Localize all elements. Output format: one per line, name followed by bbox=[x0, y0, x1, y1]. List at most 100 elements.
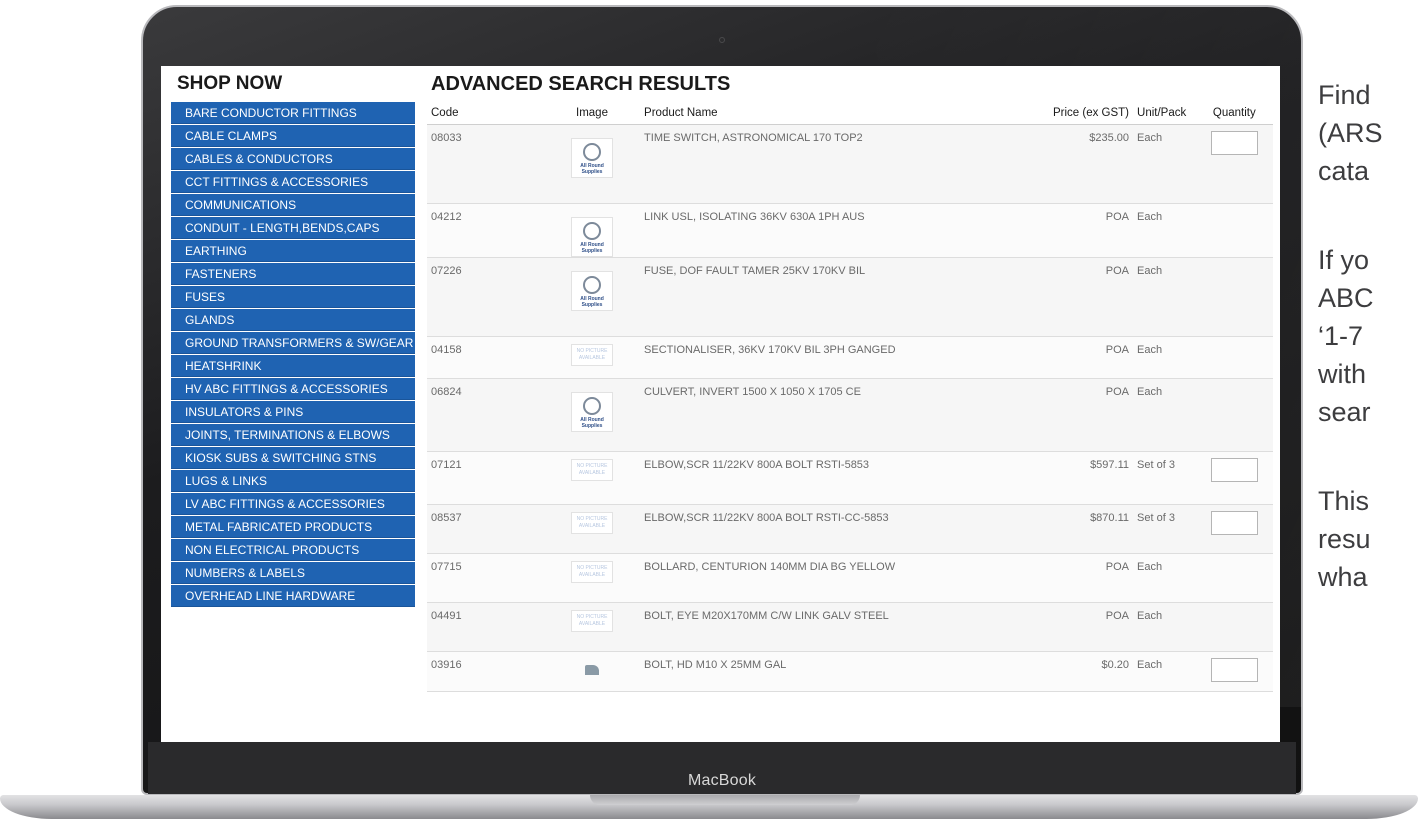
table-row[interactable]: 08537 NO PICTURE AVAILABLE ELBOW,SCR 11/22… bbox=[427, 504, 1273, 554]
product-name-link[interactable]: SECTIONALISER, 36KV 170KV BIL 3PH GANGED bbox=[640, 336, 1027, 379]
logo-text: Supplies bbox=[581, 422, 603, 429]
sidebar-category-item[interactable]: COMMUNICATIONS bbox=[171, 194, 415, 216]
sidebar-category-item[interactable]: FASTENERS bbox=[171, 263, 415, 285]
product-unit-pack: Each bbox=[1133, 602, 1196, 652]
product-code: 08033 bbox=[427, 124, 544, 204]
laptop-screen: SHOP NOW BARE CONDUCTOR FITTINGS CABLE CL… bbox=[161, 66, 1280, 742]
sidebar-category-item[interactable]: NUMBERS & LABELS bbox=[171, 562, 415, 584]
sidebar-category-item[interactable]: FUSES bbox=[171, 286, 415, 308]
no-picture-placeholder[interactable]: NO PICTURE AVAILABLE bbox=[571, 511, 613, 534]
product-name-link[interactable]: TIME SWITCH, ASTRONOMICAL 170 TOP2 bbox=[640, 124, 1027, 204]
sidebar-title: SHOP NOW bbox=[177, 73, 283, 94]
sidebar-category-item[interactable]: CONDUIT - LENGTH,BENDS,CAPS bbox=[171, 217, 415, 239]
side-text-line: cata bbox=[1318, 156, 1370, 186]
table-row[interactable]: 04491 NO PICTURE AVAILABLE BOLT, EYE M20X1… bbox=[427, 602, 1273, 652]
sidebar-category-item[interactable]: BARE CONDUCTOR FITTINGS bbox=[171, 102, 415, 124]
supplier-logo-icon[interactable]: All Round Supplies bbox=[571, 137, 613, 178]
laptop-base-notch bbox=[590, 795, 860, 805]
quantity-cell bbox=[1195, 257, 1273, 337]
quantity-cell bbox=[1195, 378, 1273, 452]
supplier-logo-icon[interactable]: All Round Supplies bbox=[571, 270, 613, 311]
product-code: 07121 bbox=[427, 451, 544, 505]
side-text-line: wha bbox=[1318, 562, 1368, 592]
product-unit-pack: Each bbox=[1133, 651, 1196, 692]
sidebar-category-item[interactable]: KIOSK SUBS & SWITCHING STNS bbox=[171, 447, 415, 469]
supplier-logo-icon[interactable]: All Round Supplies bbox=[571, 216, 613, 257]
quantity-cell bbox=[1195, 451, 1273, 505]
column-header-product-name: Product Name bbox=[640, 102, 1027, 125]
table-row[interactable]: 07226 All Round Supplies FUSE, DOF FAULT TA… bbox=[427, 257, 1273, 337]
side-text-line: resu bbox=[1318, 524, 1371, 554]
sidebar-category-item[interactable]: NON ELECTRICAL PRODUCTS bbox=[171, 539, 415, 561]
quantity-input[interactable] bbox=[1210, 657, 1258, 682]
product-name-link[interactable]: LINK USL, ISOLATING 36KV 630A 1PH AUS bbox=[640, 203, 1027, 258]
side-text-line: ‘1-7 bbox=[1318, 321, 1364, 351]
column-header-quantity: Quantity bbox=[1195, 102, 1273, 125]
column-header-price: Price (ex GST) bbox=[1026, 102, 1134, 125]
sidebar-category-item[interactable]: HV ABC FITTINGS & ACCESSORIES bbox=[171, 378, 415, 400]
quantity-cell bbox=[1195, 651, 1273, 692]
sidebar-category-item[interactable]: INSULATORS & PINS bbox=[171, 401, 415, 423]
no-picture-placeholder[interactable]: NO PICTURE AVAILABLE bbox=[571, 343, 613, 366]
table-row[interactable]: 08033 All Round Supplies TIME SWITCH, ASTRO… bbox=[427, 124, 1273, 204]
product-name-link[interactable]: CULVERT, INVERT 1500 X 1050 X 1705 CE bbox=[640, 378, 1027, 452]
table-row[interactable]: 07121 NO PICTURE AVAILABLE ELBOW,SCR 11/22… bbox=[427, 451, 1273, 505]
sidebar-category-item[interactable]: EARTHING bbox=[171, 240, 415, 262]
product-image-cell: All Round Supplies bbox=[543, 378, 641, 452]
quantity-input[interactable] bbox=[1210, 457, 1258, 482]
product-unit-pack: Set of 3 bbox=[1133, 451, 1196, 505]
sidebar-category-item[interactable]: CCT FITTINGS & ACCESSORIES bbox=[171, 171, 415, 193]
table-row[interactable]: 04158 NO PICTURE AVAILABLE SECTIONALISER, … bbox=[427, 336, 1273, 379]
sidebar-category-item[interactable]: GLANDS bbox=[171, 309, 415, 331]
product-price: $870.11 bbox=[1026, 504, 1134, 554]
product-unit-pack: Each bbox=[1133, 124, 1196, 204]
results-table: Code Image Product Name Price (ex GST) U… bbox=[427, 102, 1273, 692]
product-code: 04158 bbox=[427, 336, 544, 379]
product-price: $235.00 bbox=[1026, 124, 1134, 204]
quantity-input[interactable] bbox=[1210, 130, 1258, 155]
product-name-link[interactable]: BOLT, HD M10 X 25MM GAL bbox=[640, 651, 1027, 692]
product-image-cell: NO PICTURE AVAILABLE bbox=[543, 553, 641, 603]
supplier-logo-icon[interactable]: All Round Supplies bbox=[571, 391, 613, 432]
product-name-link[interactable]: BOLT, EYE M20X170MM C/W LINK GALV STEEL bbox=[640, 602, 1027, 652]
column-header-image: Image bbox=[543, 102, 641, 125]
sidebar-category-item[interactable]: METAL FABRICATED PRODUCTS bbox=[171, 516, 415, 538]
table-row[interactable]: 03916 BOLT, HD M10 X 25MM GAL $0.20 Each bbox=[427, 651, 1273, 692]
table-row[interactable]: 06824 All Round Supplies CULVERT, INVERT 15… bbox=[427, 378, 1273, 452]
product-name-link[interactable]: ELBOW,SCR 11/22KV 800A BOLT RSTI-5853 bbox=[640, 451, 1027, 505]
product-image-cell: NO PICTURE AVAILABLE bbox=[543, 504, 641, 554]
product-code: 04491 bbox=[427, 602, 544, 652]
quantity-cell bbox=[1195, 336, 1273, 379]
product-code: 04212 bbox=[427, 203, 544, 258]
product-price: $0.20 bbox=[1026, 651, 1134, 692]
bolt-image-icon[interactable] bbox=[585, 664, 599, 675]
sidebar-category-item[interactable]: OVERHEAD LINE HARDWARE bbox=[171, 585, 415, 607]
product-name-link[interactable]: FUSE, DOF FAULT TAMER 25KV 170KV BIL bbox=[640, 257, 1027, 337]
product-name-link[interactable]: ELBOW,SCR 11/22KV 800A BOLT RSTI-CC-5853 bbox=[640, 504, 1027, 554]
column-header-code: Code bbox=[427, 102, 544, 125]
main-content: ADVANCED SEARCH RESULTS Code Image Produ… bbox=[427, 66, 1277, 692]
sidebar-category-item[interactable]: JOINTS, TERMINATIONS & ELBOWS bbox=[171, 424, 415, 446]
table-row[interactable]: 04212 All Round Supplies LINK USL, ISOLATIN… bbox=[427, 203, 1273, 258]
sidebar-category-item[interactable]: GROUND TRANSFORMERS & SW/GEAR bbox=[171, 332, 415, 354]
logo-ring-icon bbox=[583, 221, 601, 240]
no-picture-placeholder[interactable]: NO PICTURE AVAILABLE bbox=[571, 609, 613, 632]
logo-ring-icon bbox=[583, 396, 601, 415]
product-price: POA bbox=[1026, 553, 1134, 603]
sidebar-category-item[interactable]: LV ABC FITTINGS & ACCESSORIES bbox=[171, 493, 415, 515]
product-code: 07715 bbox=[427, 553, 544, 603]
sidebar-category-item[interactable]: CABLE CLAMPS bbox=[171, 125, 415, 147]
no-picture-placeholder[interactable]: NO PICTURE AVAILABLE bbox=[571, 560, 613, 583]
sidebar-category-item[interactable]: CABLES & CONDUCTORS bbox=[171, 148, 415, 170]
no-picture-placeholder[interactable]: NO PICTURE AVAILABLE bbox=[571, 458, 613, 481]
product-unit-pack: Each bbox=[1133, 336, 1196, 379]
side-text-line: This bbox=[1318, 486, 1370, 516]
product-code: 08537 bbox=[427, 504, 544, 554]
product-name-link[interactable]: BOLLARD, CENTURION 140MM DIA BG YELLOW bbox=[640, 553, 1027, 603]
product-price: $597.11 bbox=[1026, 451, 1134, 505]
sidebar-category-item[interactable]: HEATSHRINK bbox=[171, 355, 415, 377]
sidebar-category-item[interactable]: LUGS & LINKS bbox=[171, 470, 415, 492]
quantity-input[interactable] bbox=[1210, 510, 1258, 535]
table-row[interactable]: 07715 NO PICTURE AVAILABLE BOLLARD, CENTUR… bbox=[427, 553, 1273, 603]
product-image-cell: All Round Supplies bbox=[543, 257, 641, 337]
